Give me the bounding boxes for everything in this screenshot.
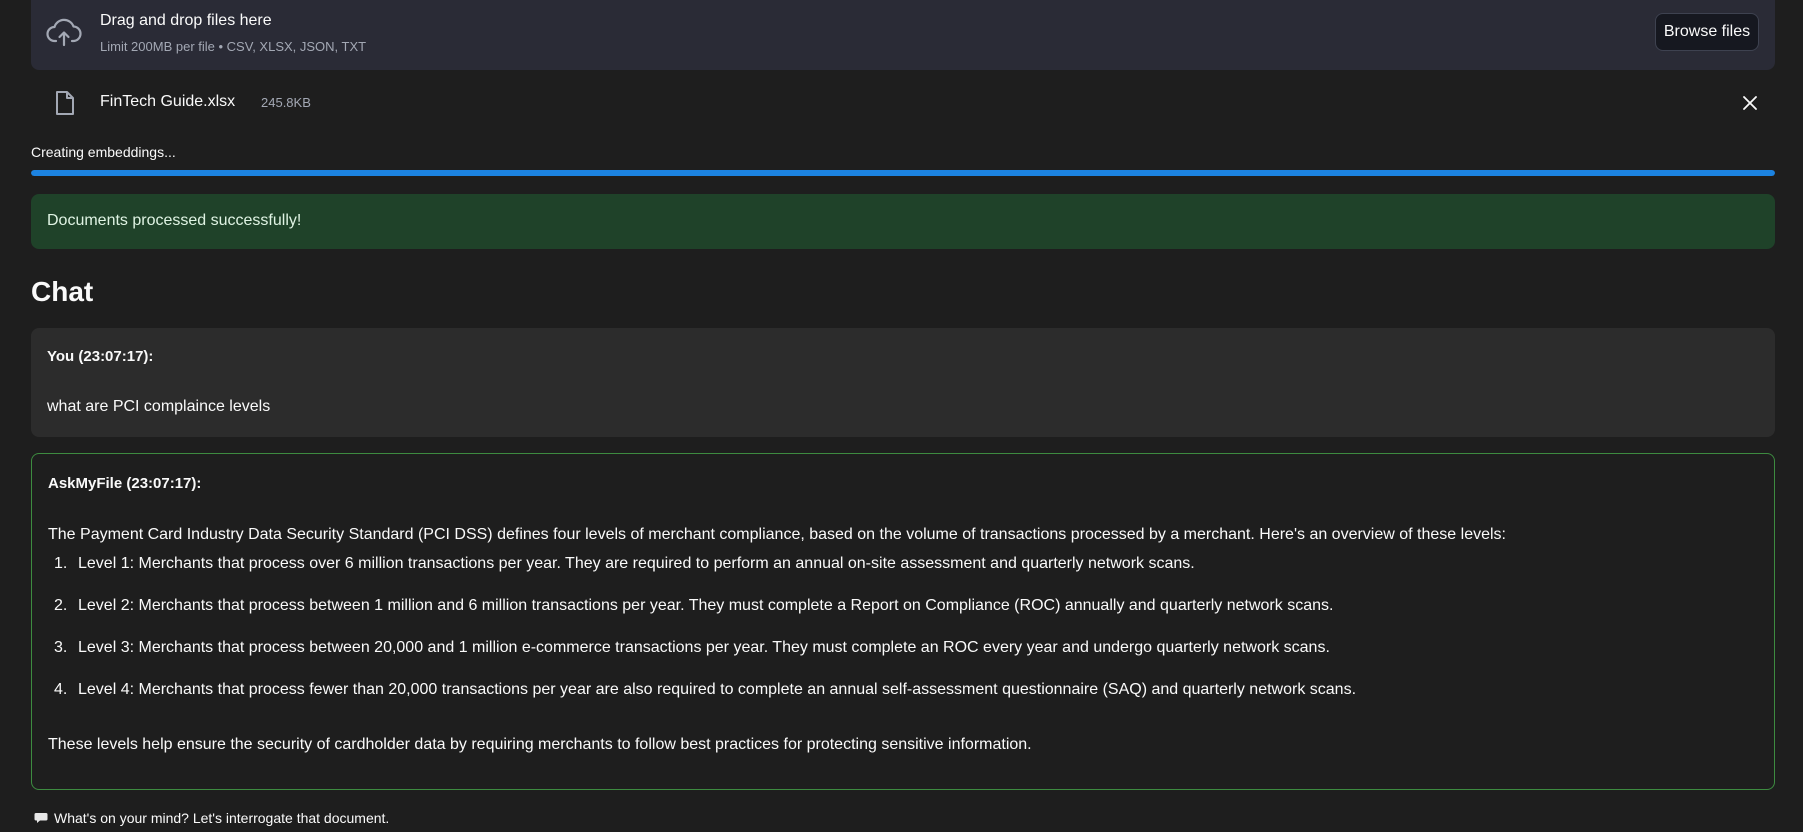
list-item-text: Level 2: Merchants that process between … bbox=[78, 597, 1334, 614]
list-item-text: Level 1: Merchants that process over 6 m… bbox=[78, 555, 1195, 572]
success-alert: Documents processed successfully! bbox=[31, 194, 1775, 249]
chat-heading: Chat bbox=[31, 276, 94, 307]
list-item: 4. Level 4: Merchants that process fewer… bbox=[48, 681, 1356, 701]
success-alert-text: Documents processed successfully! bbox=[47, 212, 302, 229]
message-text: what are PCI complaince levels bbox=[47, 398, 271, 415]
list-item: 2. Level 2: Merchants that process betwe… bbox=[48, 597, 1356, 617]
remove-file-button[interactable] bbox=[1740, 93, 1760, 113]
list-item-number: 1. bbox=[54, 555, 68, 572]
file-name: FinTech Guide.xlsx bbox=[100, 93, 236, 110]
browse-files-button[interactable]: Browse files bbox=[1655, 13, 1759, 51]
progress-bar-fill bbox=[31, 170, 1775, 176]
app-page: Drag and drop files here Limit 200MB per… bbox=[0, 0, 1803, 832]
list-item: 1. Level 1: Merchants that process over … bbox=[48, 555, 1356, 575]
dropzone-limit-text: Limit 200MB per file • CSV, XLSX, JSON, … bbox=[100, 39, 367, 54]
close-icon bbox=[1743, 96, 1757, 110]
list-item-text: Level 3: Merchants that process between … bbox=[78, 639, 1330, 656]
file-dropzone[interactable]: Drag and drop files here Limit 200MB per… bbox=[31, 0, 1775, 70]
chat-input[interactable]: What's on your mind? Let's interrogate t… bbox=[34, 810, 389, 826]
progress-bar bbox=[31, 170, 1775, 176]
file-size: 245.8KB bbox=[261, 95, 311, 110]
list-item-number: 3. bbox=[54, 639, 68, 656]
uploaded-file-row: FinTech Guide.xlsx 245.8KB bbox=[31, 84, 1775, 124]
chat-input-placeholder: What's on your mind? Let's interrogate t… bbox=[54, 810, 390, 826]
chat-message-user: You (23:07:17): what are PCI complaince … bbox=[31, 328, 1775, 437]
message-outro: These levels help ensure the security of… bbox=[48, 736, 1032, 753]
list-item: 3. Level 3: Merchants that process betwe… bbox=[48, 639, 1356, 659]
speech-bubble-icon bbox=[34, 813, 48, 823]
compliance-levels-list: 1. Level 1: Merchants that process over … bbox=[48, 555, 1356, 723]
message-intro: The Payment Card Industry Data Security … bbox=[48, 526, 1506, 543]
message-author: You (23:07:17): bbox=[47, 348, 154, 365]
list-item-number: 2. bbox=[54, 597, 68, 614]
file-icon bbox=[54, 90, 76, 116]
cloud-upload-icon bbox=[45, 14, 83, 52]
message-author: AskMyFile (23:07:17): bbox=[48, 475, 202, 492]
list-item-number: 4. bbox=[54, 681, 68, 698]
dropzone-title: Drag and drop files here bbox=[100, 12, 272, 29]
list-item-text: Level 4: Merchants that process fewer th… bbox=[78, 681, 1357, 698]
progress-label: Creating embeddings... bbox=[31, 144, 176, 160]
chat-message-assistant: AskMyFile (23:07:17): The Payment Card I… bbox=[31, 453, 1775, 790]
